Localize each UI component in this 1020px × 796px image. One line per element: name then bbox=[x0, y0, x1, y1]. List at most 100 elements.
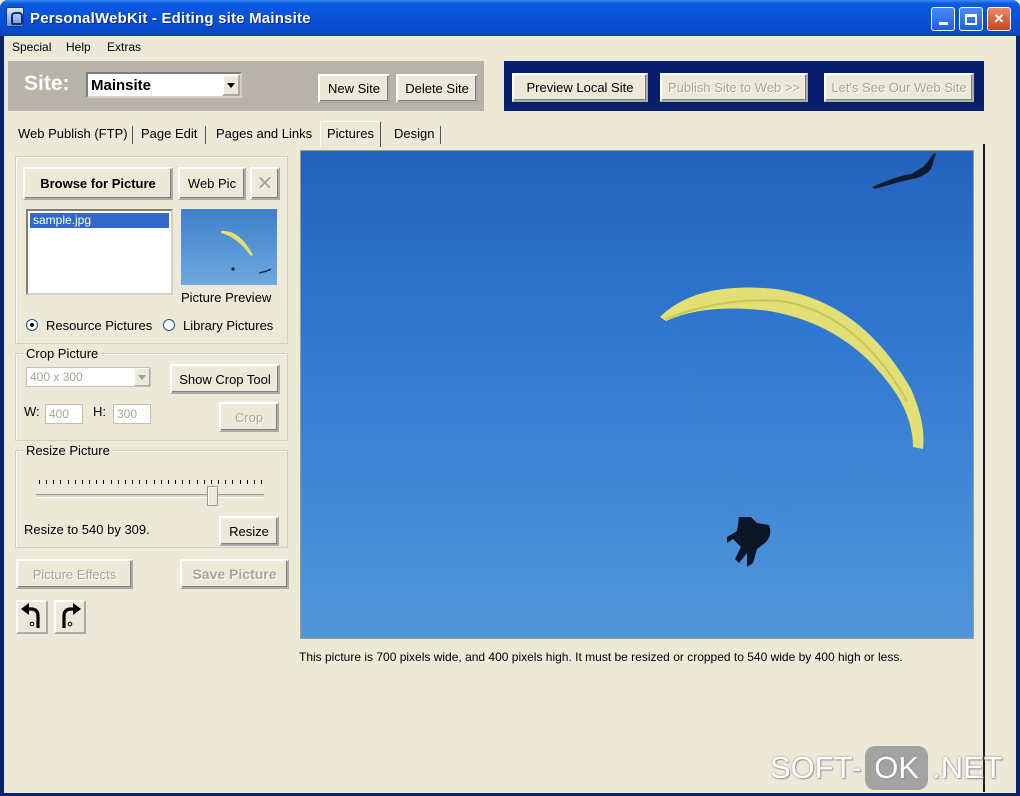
slider-tick bbox=[261, 480, 262, 484]
slider-tick bbox=[96, 480, 98, 484]
menu-help[interactable]: Help bbox=[66, 40, 91, 54]
client-area: Special Help Extras Site: Mainsite New S… bbox=[4, 36, 1016, 793]
tab-design[interactable]: Design bbox=[394, 124, 434, 146]
slider-tick bbox=[175, 480, 177, 484]
chevron-down-icon bbox=[138, 374, 146, 380]
window-title: PersonalWebKit - Editing site Mainsite bbox=[30, 10, 311, 27]
crop-picture-title: Crop Picture bbox=[24, 346, 101, 361]
crop-size-select[interactable]: 400 x 300 bbox=[26, 367, 151, 387]
panel-divider bbox=[983, 144, 985, 792]
slider-tick bbox=[67, 480, 69, 484]
tab-pictures[interactable]: Pictures bbox=[320, 121, 381, 147]
delete-site-button[interactable]: Delete Site bbox=[396, 74, 478, 103]
resize-status: Resize to 540 by 309. bbox=[24, 522, 150, 537]
rotate-right-icon bbox=[62, 603, 81, 628]
remove-picture-button[interactable]: ✕ bbox=[250, 167, 280, 200]
app-icon bbox=[6, 7, 24, 27]
slider-tick bbox=[160, 480, 162, 484]
close-icon: ✕ bbox=[993, 11, 1005, 26]
rotate-left-icon bbox=[21, 603, 40, 628]
crop-button[interactable]: Crop bbox=[219, 402, 279, 432]
bird-shape bbox=[872, 153, 936, 189]
slider-tick bbox=[146, 480, 148, 484]
publish-site-button[interactable]: Publish Site to Web >> bbox=[660, 73, 808, 102]
minimize-icon bbox=[938, 22, 948, 25]
site-select-value: Mainsite bbox=[91, 77, 152, 94]
slider-tick bbox=[103, 480, 105, 484]
crop-height-field[interactable]: 300 bbox=[113, 404, 151, 424]
resize-slider-track[interactable] bbox=[36, 494, 264, 498]
picture-list[interactable]: sample.jpg bbox=[26, 209, 173, 295]
slider-tick bbox=[124, 480, 126, 484]
resource-pictures-radio[interactable] bbox=[26, 319, 38, 331]
minimize-button[interactable] bbox=[931, 7, 955, 31]
menu-special[interactable]: Special bbox=[12, 40, 51, 54]
slider-tick bbox=[89, 480, 91, 484]
resize-button[interactable]: Resize bbox=[219, 516, 279, 546]
site-dropdown-button[interactable] bbox=[222, 74, 240, 96]
resize-slider-thumb[interactable] bbox=[206, 486, 218, 506]
slider-tick bbox=[167, 480, 169, 484]
crop-height-label: H: bbox=[93, 404, 106, 419]
tab-page-edit[interactable]: Page Edit bbox=[141, 124, 197, 146]
crop-width-field[interactable]: 400 bbox=[45, 404, 83, 424]
close-button[interactable]: ✕ bbox=[987, 7, 1011, 31]
watermark: SOFT- OK .NET bbox=[770, 746, 1003, 790]
slider-tick bbox=[60, 480, 62, 484]
resource-pictures-label[interactable]: Resource Pictures bbox=[46, 318, 152, 333]
crop-width-label: W: bbox=[24, 404, 40, 419]
slider-tick bbox=[182, 480, 184, 484]
maximize-button[interactable] bbox=[959, 7, 983, 31]
slider-tick bbox=[110, 480, 112, 484]
watermark-left: SOFT- bbox=[770, 750, 862, 785]
chevron-down-icon bbox=[227, 82, 235, 88]
publish-panel: Preview Local Site Publish Site to Web >… bbox=[504, 61, 984, 111]
slider-tick bbox=[74, 480, 76, 484]
tab-web-publish[interactable]: Web Publish (FTP) bbox=[18, 124, 128, 146]
web-pic-button[interactable]: Web Pic bbox=[178, 167, 246, 200]
slider-tick bbox=[232, 480, 234, 484]
picture-info-text: This picture is 700 pixels wide, and 400… bbox=[299, 650, 903, 664]
rotate-right-button[interactable] bbox=[54, 600, 86, 634]
slider-tick bbox=[225, 480, 227, 484]
slider-tick bbox=[46, 480, 48, 484]
slider-tick bbox=[81, 480, 83, 484]
slider-tick bbox=[210, 480, 212, 484]
picture-editor-canvas[interactable] bbox=[300, 150, 974, 639]
list-item[interactable]: sample.jpg bbox=[30, 213, 169, 228]
maximize-icon bbox=[965, 13, 977, 25]
see-web-site-button[interactable]: Let's See Our Web Site bbox=[824, 73, 974, 102]
site-panel: Site: Mainsite New Site Delete Site bbox=[8, 61, 484, 111]
slider-tick bbox=[218, 480, 220, 484]
site-select[interactable]: Mainsite bbox=[86, 72, 242, 98]
menu-extras[interactable]: Extras bbox=[107, 40, 141, 54]
picture-effects-button[interactable]: Picture Effects bbox=[16, 559, 133, 589]
library-pictures-radio[interactable] bbox=[163, 319, 175, 331]
picture-preview-thumbnail bbox=[181, 209, 277, 285]
slider-tick bbox=[196, 480, 198, 484]
preview-local-site-button[interactable]: Preview Local Site bbox=[512, 73, 648, 102]
slider-tick bbox=[132, 480, 134, 484]
rotate-left-button[interactable] bbox=[16, 600, 48, 634]
slider-tick bbox=[153, 480, 155, 484]
save-picture-button[interactable]: Save Picture bbox=[180, 559, 289, 589]
crop-size-value: 400 x 300 bbox=[30, 370, 83, 384]
watermark-ok: OK bbox=[865, 746, 929, 790]
browse-picture-button[interactable]: Browse for Picture bbox=[23, 167, 173, 200]
site-label: Site: bbox=[24, 72, 70, 95]
crop-size-dropdown[interactable] bbox=[134, 368, 150, 386]
tab-pages-and-links[interactable]: Pages and Links bbox=[216, 124, 312, 146]
paraglider-canopy bbox=[660, 287, 924, 449]
title-bar[interactable]: PersonalWebKit - Editing site Mainsite ✕ bbox=[0, 0, 1020, 36]
menu-bar: Special Help Extras bbox=[4, 36, 1016, 58]
paraglider-pilots bbox=[727, 517, 771, 567]
tab-divider bbox=[205, 126, 206, 144]
app-window: PersonalWebKit - Editing site Mainsite ✕… bbox=[0, 0, 1020, 796]
resize-picture-title: Resize Picture bbox=[24, 443, 112, 458]
show-crop-tool-button[interactable]: Show Crop Tool bbox=[170, 364, 280, 394]
slider-tick bbox=[189, 480, 191, 484]
new-site-button[interactable]: New Site bbox=[318, 74, 390, 103]
slider-tick bbox=[203, 480, 205, 484]
tab-divider bbox=[440, 126, 441, 144]
library-pictures-label[interactable]: Library Pictures bbox=[183, 318, 273, 333]
